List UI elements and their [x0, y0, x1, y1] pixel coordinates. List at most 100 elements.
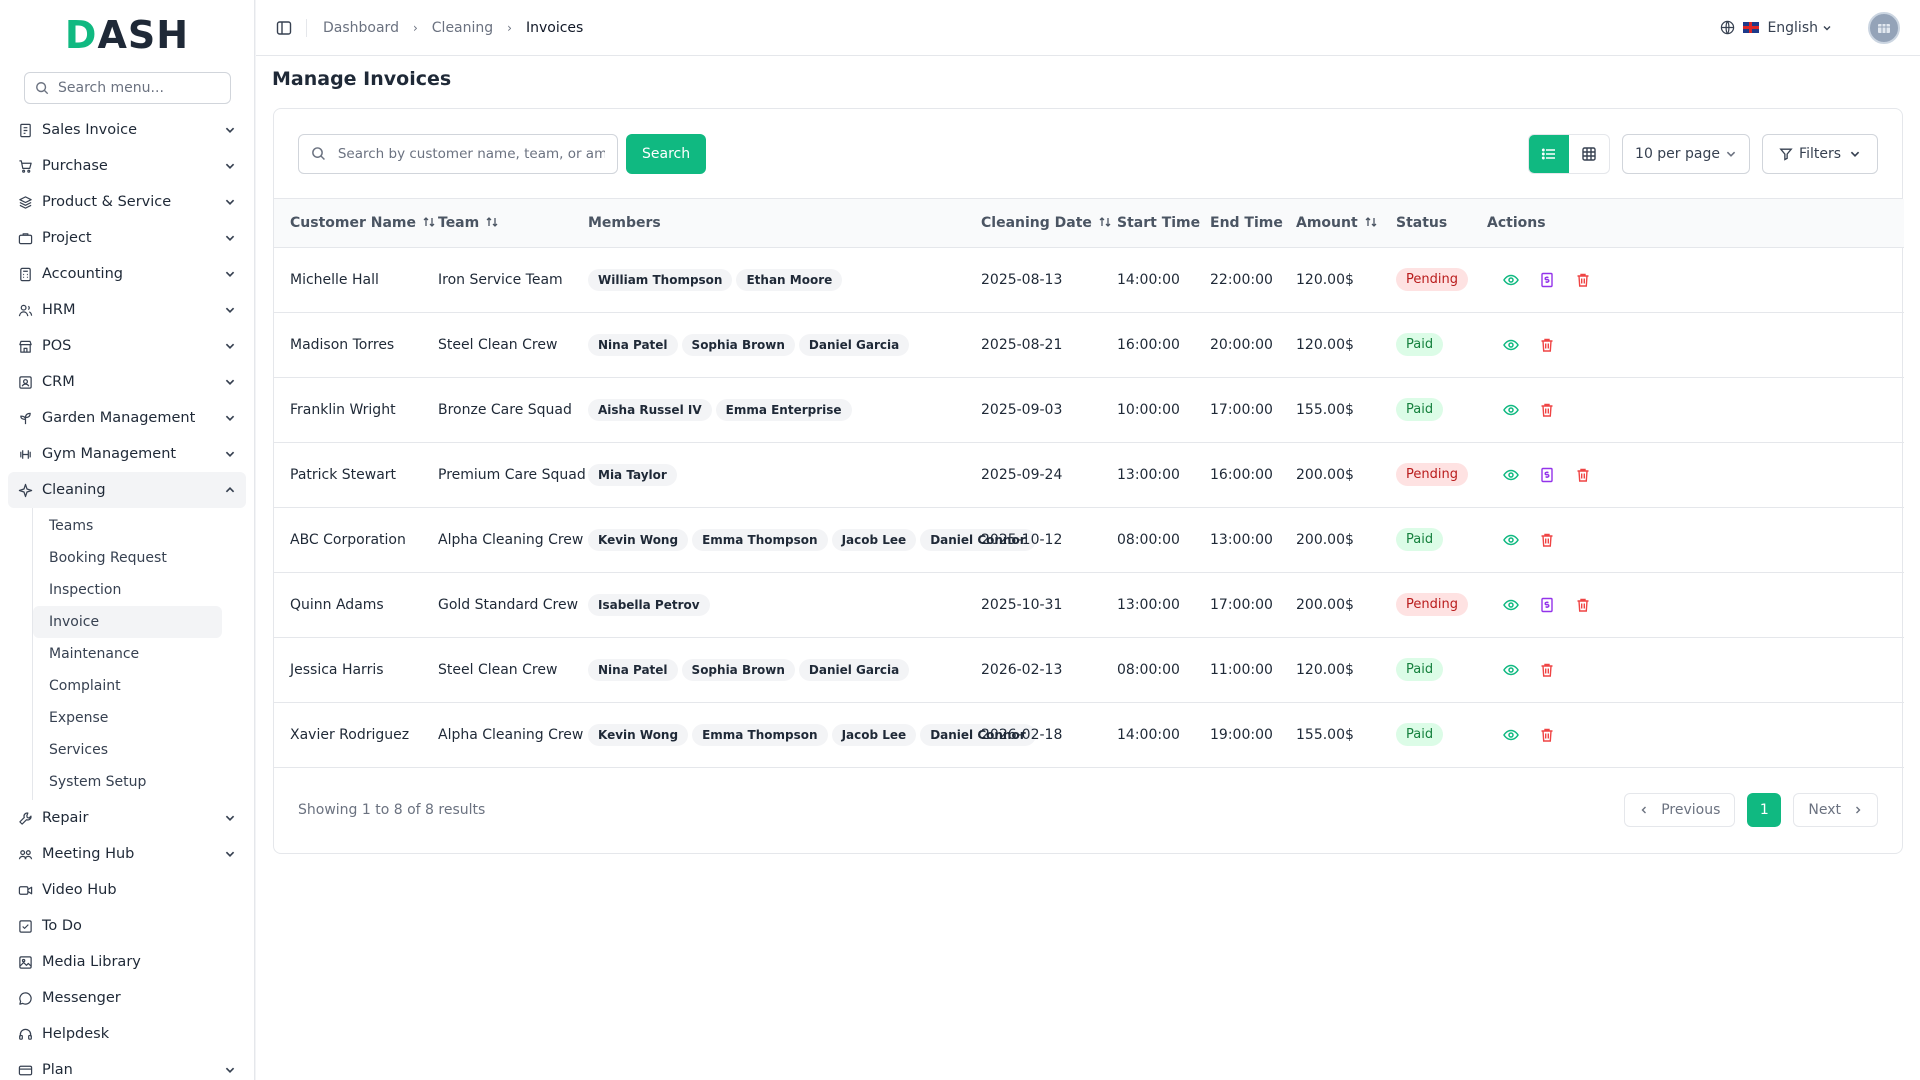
view-eye-icon[interactable]: [1503, 337, 1519, 353]
invoice-search-input[interactable]: [337, 145, 605, 162]
team-cell: Premium Care Squad: [438, 466, 586, 483]
end-time-cell: 11:00:00: [1210, 661, 1273, 678]
view-eye-icon[interactable]: [1503, 467, 1519, 483]
previous-page-button[interactable]: Previous: [1624, 793, 1736, 827]
delete-trash-icon[interactable]: [1575, 467, 1591, 483]
sidebar-toggle-icon[interactable]: [276, 20, 292, 36]
column-header-cleaning-date[interactable]: Cleaning Date: [965, 199, 1111, 247]
avatar[interactable]: [1868, 11, 1900, 44]
sidebar-item-messenger[interactable]: Messenger: [8, 980, 246, 1016]
submenu-item-complaint[interactable]: Complaint: [33, 670, 222, 702]
chevron-down-icon: [225, 163, 235, 169]
submenu-item-teams[interactable]: Teams: [33, 510, 222, 542]
list-view-button[interactable]: [1529, 134, 1570, 173]
sidebar-item-hrm[interactable]: HRM: [8, 292, 246, 328]
pay-invoice-icon[interactable]: [1539, 467, 1555, 483]
sidebar-item-helpdesk[interactable]: Helpdesk: [8, 1016, 246, 1052]
sidebar-item-label: To Do: [42, 918, 82, 934]
submenu-item-services[interactable]: Services: [33, 734, 222, 766]
table-row[interactable]: Jessica Harris Steel Clean Crew Nina Patel…: [274, 637, 1904, 702]
store-icon: [19, 340, 32, 353]
filters-button[interactable]: Filters: [1762, 133, 1878, 174]
submenu-item-expense[interactable]: Expense: [33, 702, 222, 734]
table-row[interactable]: Michelle Hall Iron Service Team William Th…: [274, 247, 1904, 312]
breadcrumb-dashboard[interactable]: Dashboard: [323, 20, 399, 36]
sidebar-item-cleaning[interactable]: Cleaning: [8, 472, 246, 508]
sidebar-item-purchase[interactable]: Purchase: [8, 148, 246, 184]
next-page-button[interactable]: Next: [1793, 793, 1878, 827]
delete-trash-icon[interactable]: [1539, 662, 1555, 678]
view-eye-icon[interactable]: [1503, 402, 1519, 418]
sort-icon[interactable]: [422, 215, 436, 229]
sidebar-item-project[interactable]: Project: [8, 220, 246, 256]
sidebar-item-accounting[interactable]: Accounting: [8, 256, 246, 292]
per-page-select[interactable]: 10 per page: [1622, 133, 1751, 174]
table-row[interactable]: Xavier Rodriguez Alpha Cleaning Crew Kevin…: [274, 702, 1904, 767]
column-header-team[interactable]: Team: [422, 199, 572, 247]
table-row[interactable]: Madison Torres Steel Clean Crew Nina Patel…: [274, 312, 1904, 377]
view-eye-icon[interactable]: [1503, 662, 1519, 678]
members-cell: Mia Taylor: [572, 442, 965, 507]
sort-icon[interactable]: [1098, 215, 1112, 229]
search-button[interactable]: Search: [626, 133, 707, 174]
sidebar-item-sales-invoice[interactable]: Sales Invoice: [8, 112, 246, 148]
language-selector[interactable]: English: [1720, 20, 1832, 36]
sidebar-item-crm[interactable]: CRM: [8, 364, 246, 400]
delete-trash-icon[interactable]: [1575, 272, 1591, 288]
member-chip: William Thompson: [588, 268, 733, 291]
breadcrumb-cleaning[interactable]: Cleaning: [432, 20, 493, 36]
member-chip: Emma Thompson: [692, 528, 828, 551]
delete-trash-icon[interactable]: [1539, 337, 1555, 353]
sort-icon[interactable]: [1364, 215, 1378, 229]
submenu-item-booking-request[interactable]: Booking Request: [33, 542, 222, 574]
submenu-item-system-setup[interactable]: System Setup: [33, 766, 222, 798]
invoice-search-box[interactable]: [298, 133, 618, 174]
amount-cell: 200.00$: [1296, 466, 1354, 483]
sidebar-item-product-service[interactable]: Product & Service: [8, 184, 246, 220]
delete-trash-icon[interactable]: [1539, 727, 1555, 743]
logo[interactable]: D ASH: [0, 0, 254, 70]
sidebar-search-input[interactable]: Search menu...: [24, 72, 231, 104]
submenu-item-invoice[interactable]: Invoice: [33, 606, 222, 638]
sidebar-item-label: Garden Management: [42, 410, 196, 426]
delete-trash-icon[interactable]: [1575, 597, 1591, 613]
contact-icon: [19, 375, 32, 389]
page-number-button[interactable]: 1: [1747, 793, 1782, 827]
sidebar-item-media-library[interactable]: Media Library: [8, 944, 246, 980]
sidebar-item-meeting-hub[interactable]: Meeting Hub: [8, 836, 246, 872]
sidebar-item-repair[interactable]: Repair: [8, 800, 246, 836]
customer-name-cell: Patrick Stewart: [290, 466, 397, 483]
sidebar-item-gym-management[interactable]: Gym Management: [8, 436, 246, 472]
calculator-icon: [20, 267, 31, 281]
customer-name-cell: Quinn Adams: [290, 596, 384, 613]
submenu-item-inspection[interactable]: Inspection: [33, 574, 222, 606]
delete-trash-icon[interactable]: [1539, 532, 1555, 548]
submenu-item-maintenance[interactable]: Maintenance: [33, 638, 222, 670]
column-header-status: Status: [1380, 199, 1471, 247]
pay-invoice-icon[interactable]: [1539, 272, 1555, 288]
chevron-down-icon: [225, 379, 235, 385]
sidebar-item-garden-management[interactable]: Garden Management: [8, 400, 246, 436]
sidebar-item-video-hub[interactable]: Video Hub: [8, 872, 246, 908]
table-row[interactable]: ABC Corporation Alpha Cleaning Crew Kevin …: [274, 507, 1904, 572]
table-row[interactable]: Franklin Wright Bronze Care Squad Aisha Ru…: [274, 377, 1904, 442]
sort-icon[interactable]: [485, 215, 499, 229]
table-row[interactable]: Patrick Stewart Premium Care Squad Mia Tay…: [274, 442, 1904, 507]
view-eye-icon[interactable]: [1503, 532, 1519, 548]
pagination-info: Showing 1 to 8 of 8 results: [298, 802, 486, 818]
sidebar-item-to-do[interactable]: To Do: [8, 908, 246, 944]
column-header-customer-name[interactable]: Customer Name: [274, 199, 435, 247]
grid-view-button[interactable]: [1569, 135, 1609, 173]
sidebar-item-plan[interactable]: Plan: [8, 1052, 246, 1080]
amount-cell: 155.00$: [1296, 726, 1354, 743]
member-chip: Aisha Russel IV: [588, 398, 712, 421]
view-eye-icon[interactable]: [1503, 727, 1519, 743]
view-eye-icon[interactable]: [1503, 272, 1519, 288]
table-row[interactable]: Quinn Adams Gold Standard Crew Isabella Pe…: [274, 572, 1904, 637]
pay-invoice-icon[interactable]: [1539, 597, 1555, 613]
sidebar-item-pos[interactable]: POS: [8, 328, 246, 364]
column-header-amount[interactable]: Amount: [1280, 199, 1380, 247]
delete-trash-icon[interactable]: [1539, 402, 1555, 418]
view-eye-icon[interactable]: [1503, 597, 1519, 613]
sidebar-item-label: Sales Invoice: [42, 122, 138, 138]
